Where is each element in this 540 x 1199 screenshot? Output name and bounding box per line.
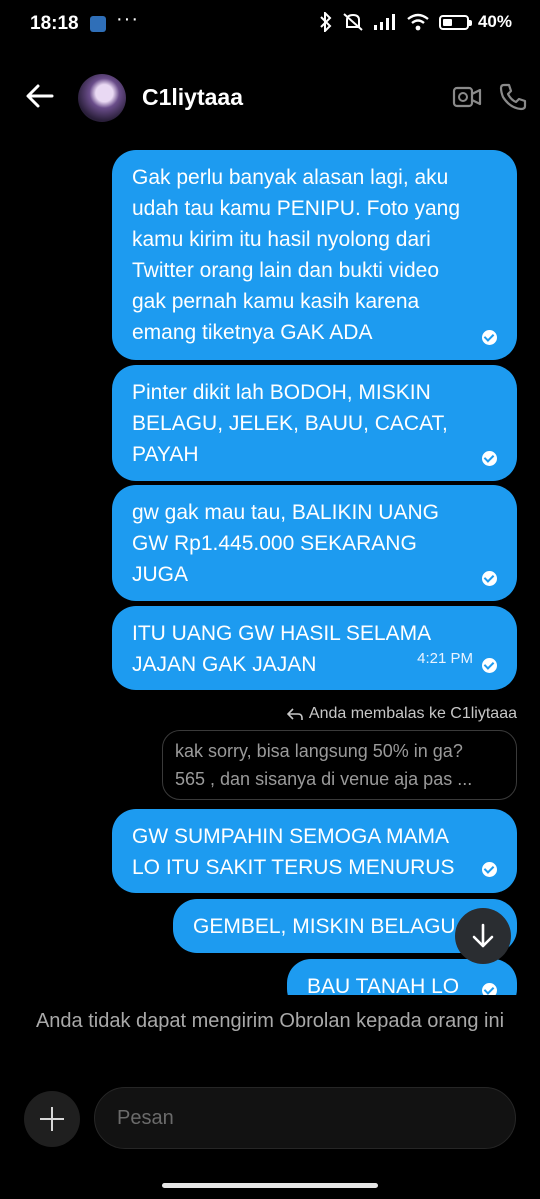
message-line: GW Rp1.445.000 SEKARANG: [132, 532, 417, 555]
read-receipt-icon: [482, 330, 497, 345]
read-receipt-icon: [482, 451, 497, 466]
reply-note-text: Anda membalas ke C1liytaaa: [308, 705, 517, 722]
more-notifications-icon: ···: [116, 8, 139, 30]
battery-icon: [438, 14, 472, 30]
message-bubble[interactable]: BAU TANAH LO: [287, 959, 517, 995]
app-notification-icon: [90, 16, 106, 32]
read-receipt-icon: [482, 983, 497, 995]
message-line: udah tau kamu PENIPU. Foto yang: [132, 197, 461, 220]
compose-bar: [0, 1087, 540, 1149]
signal-icon: [373, 14, 395, 30]
quoted-line: 565 , dan sisanya di venue aja pas ...: [175, 769, 473, 789]
message-line: JUGA: [132, 563, 189, 586]
home-indicator[interactable]: [162, 1183, 378, 1188]
back-arrow-icon[interactable]: [24, 80, 56, 112]
message-bubble[interactable]: GW SUMPAHIN SEMOGA MAMA LO ITU SAKIT TER…: [112, 809, 517, 893]
message-list[interactable]: Gak perlu banyak alasan lagi, aku udah t…: [0, 150, 540, 995]
message-line: gak pernah kamu kasih karena: [132, 290, 420, 313]
quoted-message[interactable]: kak sorry, bisa langsung 50% in ga? 565 …: [162, 730, 517, 800]
message-bubble[interactable]: Gak perlu banyak alasan lagi, aku udah t…: [112, 150, 517, 360]
message-line: PAYAH: [132, 443, 199, 466]
message-line: GEMBEL, MISKIN BELAGU: [193, 915, 456, 938]
status-bar: 18:18 ··· 40%: [0, 0, 540, 48]
message-bubble[interactable]: Pinter dikit lah BODOH, MISKIN BELAGU, J…: [112, 365, 517, 481]
battery-fill: [442, 18, 452, 26]
reply-arrow-icon: [286, 708, 303, 720]
message-line: BAU TANAH LO: [307, 975, 460, 995]
wifi-icon: [407, 13, 429, 31]
message-line: emang tiketnya GAK ADA: [132, 321, 373, 344]
scroll-to-bottom-button[interactable]: [455, 908, 511, 964]
arrow-down-icon: [472, 923, 494, 948]
message-line: kamu kirim itu hasil nyolong dari: [132, 228, 431, 251]
message-line: Pinter dikit lah BODOH, MISKIN: [132, 381, 431, 404]
message-timestamp: 4:21 PM: [417, 650, 473, 667]
phone-call-icon[interactable]: [498, 82, 528, 112]
message-line: LO ITU SAKIT TERUS MENURUS: [132, 856, 455, 879]
read-receipt-icon: [482, 571, 497, 586]
reply-note: Anda membalas ke C1liytaaa: [286, 705, 517, 723]
message-bubble[interactable]: gw gak mau tau, BALIKIN UANG GW Rp1.445.…: [112, 485, 517, 601]
read-receipt-icon: [482, 862, 497, 877]
message-line: BELAGU, JELEK, BAUU, CACAT,: [132, 412, 448, 435]
add-attachment-button[interactable]: [24, 1091, 80, 1147]
contact-name[interactable]: C1liytaaa: [142, 84, 243, 111]
bluetooth-icon: [320, 12, 332, 32]
quoted-line: kak sorry, bisa langsung 50% in ga?: [175, 741, 463, 761]
battery-percent: 40%: [477, 12, 512, 31]
blocked-notice: Anda tidak dapat mengirim Obrolan kepada…: [35, 1010, 505, 1032]
message-bubble[interactable]: ITU UANG GW HASIL SELAMA JAJAN GAK JAJAN…: [112, 606, 517, 690]
chat-header: C1liytaaa: [0, 70, 540, 126]
message-line: Gak perlu banyak alasan lagi, aku: [132, 166, 449, 189]
read-receipt-icon: [482, 658, 497, 673]
status-time: 18:18: [30, 13, 79, 34]
message-line: gw gak mau tau, BALIKIN UANG: [132, 501, 439, 524]
message-line: GW SUMPAHIN SEMOGA MAMA: [132, 825, 449, 848]
message-input[interactable]: [94, 1087, 516, 1149]
video-call-icon[interactable]: [452, 84, 482, 110]
avatar[interactable]: [78, 74, 126, 122]
message-line: Twitter orang lain dan bukti video: [132, 259, 440, 282]
mute-icon: [343, 13, 363, 31]
